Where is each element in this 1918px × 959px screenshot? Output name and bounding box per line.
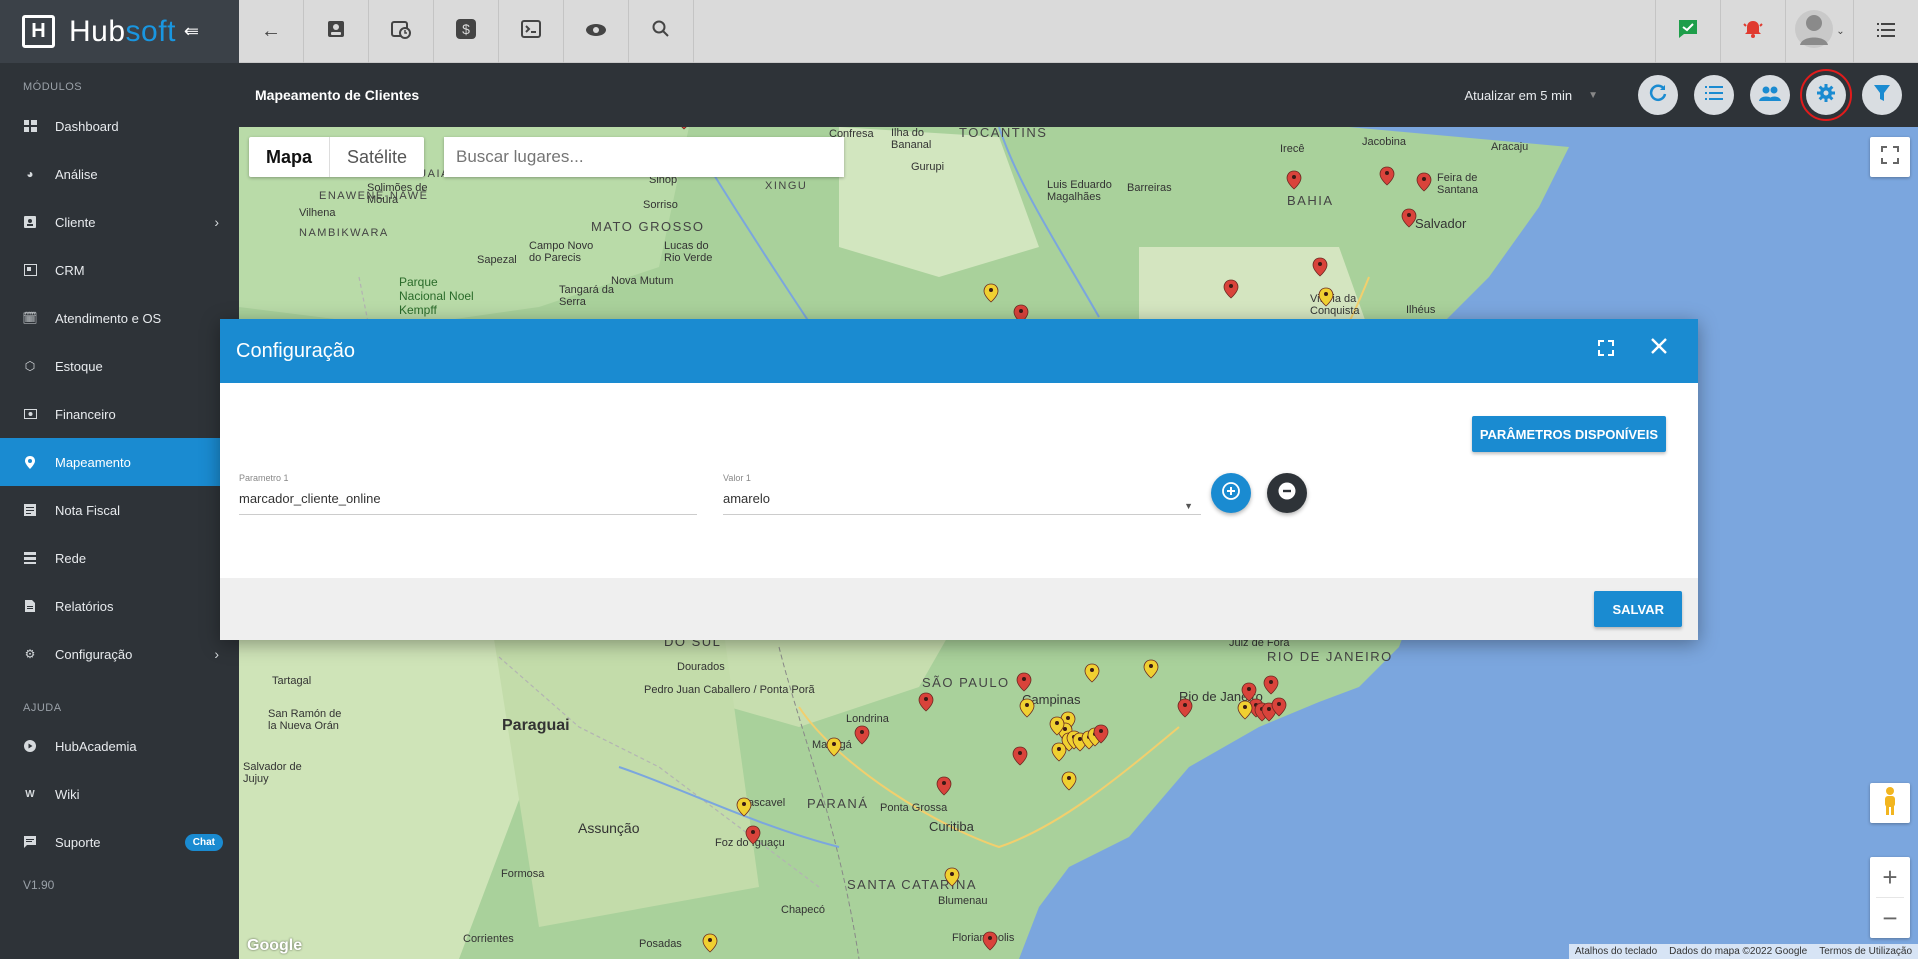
param-1-value[interactable]: marcador_cliente_online	[239, 491, 697, 514]
minus-circle-icon	[1278, 482, 1296, 505]
remove-row-button[interactable]	[1267, 473, 1307, 513]
value-1-label: Valor 1	[723, 473, 751, 483]
dialog-body: PARÂMETROS DISPONÍVEIS Parametro 1 marca…	[220, 383, 1698, 578]
dialog-footer: SALVAR	[220, 578, 1698, 640]
config-dialog: Configuração PARÂMETROS DISPONÍVEIS Para…	[220, 319, 1698, 640]
modal-layer: Configuração PARÂMETROS DISPONÍVEIS Para…	[0, 0, 1918, 959]
value-1-value[interactable]: amarelo	[723, 491, 1201, 514]
save-button[interactable]: SALVAR	[1594, 591, 1682, 627]
dialog-title: Configuração	[236, 339, 355, 362]
caret-down-icon: ▼	[1184, 501, 1193, 511]
value-1-select[interactable]: Valor 1 amarelo ▼	[723, 473, 1201, 515]
close-icon[interactable]	[1650, 337, 1668, 361]
add-row-button[interactable]	[1211, 473, 1251, 513]
plus-circle-icon	[1222, 481, 1240, 505]
param-1-field[interactable]: Parametro 1 marcador_cliente_online	[239, 473, 697, 515]
param-1-label: Parametro 1	[239, 473, 289, 483]
dialog-header: Configuração	[220, 319, 1698, 383]
maximize-icon[interactable]	[1598, 339, 1614, 362]
available-params-button[interactable]: PARÂMETROS DISPONÍVEIS	[1471, 416, 1666, 452]
